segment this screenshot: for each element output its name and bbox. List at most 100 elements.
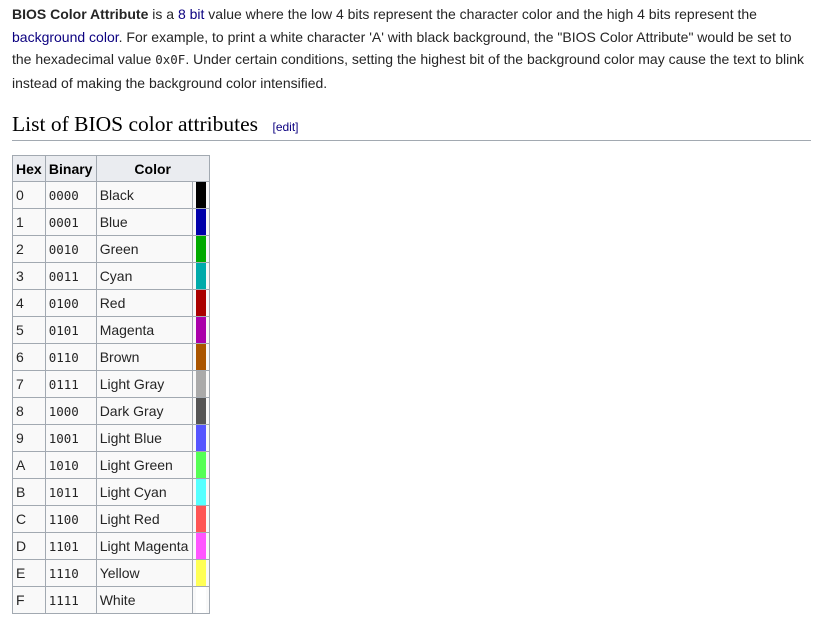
cell-color-swatch <box>191 316 210 344</box>
cell-binary: 1101 <box>44 532 97 560</box>
color-swatch <box>195 587 206 613</box>
table-row: 6 0110 Brown <box>12 343 210 371</box>
header-color: Color <box>95 155 210 182</box>
section-title: List of BIOS color attributes <box>12 112 259 136</box>
cell-binary: 1001 <box>44 424 97 452</box>
cell-hex: E <box>12 559 46 587</box>
cell-color-swatch <box>191 559 210 587</box>
color-swatch <box>195 236 206 262</box>
link-background-color[interactable]: background color <box>12 29 119 45</box>
cell-hex: 6 <box>12 343 46 371</box>
color-swatch <box>195 290 206 316</box>
color-swatch <box>195 317 206 343</box>
cell-color-swatch <box>191 208 210 236</box>
table-row: F 1111 White <box>12 586 210 614</box>
cell-hex: 4 <box>12 289 46 317</box>
cell-color-name: Light Cyan <box>95 478 193 506</box>
cell-binary: 0110 <box>44 343 97 371</box>
cell-binary: 1110 <box>44 559 97 587</box>
table-row: C 1100 Light Red <box>12 505 210 533</box>
table-row: 4 0100 Red <box>12 289 210 317</box>
color-swatch <box>195 344 206 370</box>
cell-binary: 0010 <box>44 235 97 263</box>
cell-color-name: Black <box>95 181 193 209</box>
term-bold: BIOS Color Attribute <box>12 6 149 22</box>
cell-hex: 1 <box>12 208 46 236</box>
cell-hex: 9 <box>12 424 46 452</box>
color-swatch <box>195 452 206 478</box>
hex-code: 0x0F <box>155 52 186 67</box>
table-row: 9 1001 Light Blue <box>12 424 210 452</box>
cell-hex: 5 <box>12 316 46 344</box>
cell-color-name: Brown <box>95 343 193 371</box>
cell-color-swatch <box>191 424 210 452</box>
cell-binary: 1100 <box>44 505 97 533</box>
cell-color-swatch <box>191 532 210 560</box>
cell-binary: 1010 <box>44 451 97 479</box>
table-row: A 1010 Light Green <box>12 451 210 479</box>
cell-color-name: Light Magenta <box>95 532 193 560</box>
cell-hex: B <box>12 478 46 506</box>
cell-hex: A <box>12 451 46 479</box>
cell-color-name: Light Blue <box>95 424 193 452</box>
color-swatch <box>195 263 206 289</box>
cell-color-swatch <box>191 451 210 479</box>
cell-hex: 8 <box>12 397 46 425</box>
cell-hex: D <box>12 532 46 560</box>
cell-binary: 0001 <box>44 208 97 236</box>
table-row: 2 0010 Green <box>12 235 210 263</box>
color-swatch <box>195 425 206 451</box>
link-8-bit[interactable]: 8 bit <box>178 6 204 22</box>
edit-section: [edit] <box>272 120 298 134</box>
cell-color-name: Blue <box>95 208 193 236</box>
cell-color-name: Light Gray <box>95 370 193 398</box>
cell-color-name: Cyan <box>95 262 193 290</box>
cell-hex: 2 <box>12 235 46 263</box>
table-header-row: Hex Binary Color <box>12 155 210 182</box>
table-row: 1 0001 Blue <box>12 208 210 236</box>
table-row: 0 0000 Black <box>12 181 210 209</box>
cell-color-name: White <box>95 586 193 614</box>
cell-color-name: Light Red <box>95 505 193 533</box>
table-body: 0 0000 Black 1 0001 Blue 2 0010 Green 3 0011 Cyan 4 0… <box>12 181 210 614</box>
color-swatch <box>195 182 206 208</box>
table-row: 8 1000 Dark Gray <box>12 397 210 425</box>
cell-hex: F <box>12 586 46 614</box>
cell-color-swatch <box>191 478 210 506</box>
cell-hex: C <box>12 505 46 533</box>
cell-binary: 0101 <box>44 316 97 344</box>
cell-hex: 0 <box>12 181 46 209</box>
intro-paragraph: BIOS Color Attribute is a 8 bit value wh… <box>12 3 812 94</box>
cell-binary: 1111 <box>44 586 97 614</box>
cell-color-name: Red <box>95 289 193 317</box>
cell-hex: 3 <box>12 262 46 290</box>
header-binary: Binary <box>44 155 97 182</box>
table-row: E 1110 Yellow <box>12 559 210 587</box>
color-swatch <box>195 479 206 505</box>
cell-binary: 1011 <box>44 478 97 506</box>
color-swatch <box>195 533 206 559</box>
cell-binary: 0011 <box>44 262 97 290</box>
cell-color-swatch <box>191 235 210 263</box>
cell-hex: 7 <box>12 370 46 398</box>
section-heading: List of BIOS color attributes [edit] <box>12 112 811 141</box>
table-row: B 1011 Light Cyan <box>12 478 210 506</box>
color-attributes-table: Hex Binary Color 0 0000 Black 1 0001 Blue 2 001… <box>12 155 210 614</box>
cell-color-swatch <box>191 505 210 533</box>
cell-color-swatch <box>191 343 210 371</box>
cell-color-name: Dark Gray <box>95 397 193 425</box>
header-hex: Hex <box>12 155 46 182</box>
cell-color-swatch <box>191 181 210 209</box>
color-swatch <box>195 371 206 397</box>
cell-color-name: Magenta <box>95 316 193 344</box>
cell-color-swatch <box>191 370 210 398</box>
cell-color-swatch <box>191 289 210 317</box>
cell-binary: 1000 <box>44 397 97 425</box>
cell-color-name: Green <box>95 235 193 263</box>
cell-binary: 0111 <box>44 370 97 398</box>
edit-link[interactable]: [edit] <box>272 120 298 134</box>
intro-text-2: value where the low 4 bits represent the… <box>204 6 757 22</box>
cell-color-name: Light Green <box>95 451 193 479</box>
table-row: 3 0011 Cyan <box>12 262 210 290</box>
color-swatch <box>195 209 206 235</box>
